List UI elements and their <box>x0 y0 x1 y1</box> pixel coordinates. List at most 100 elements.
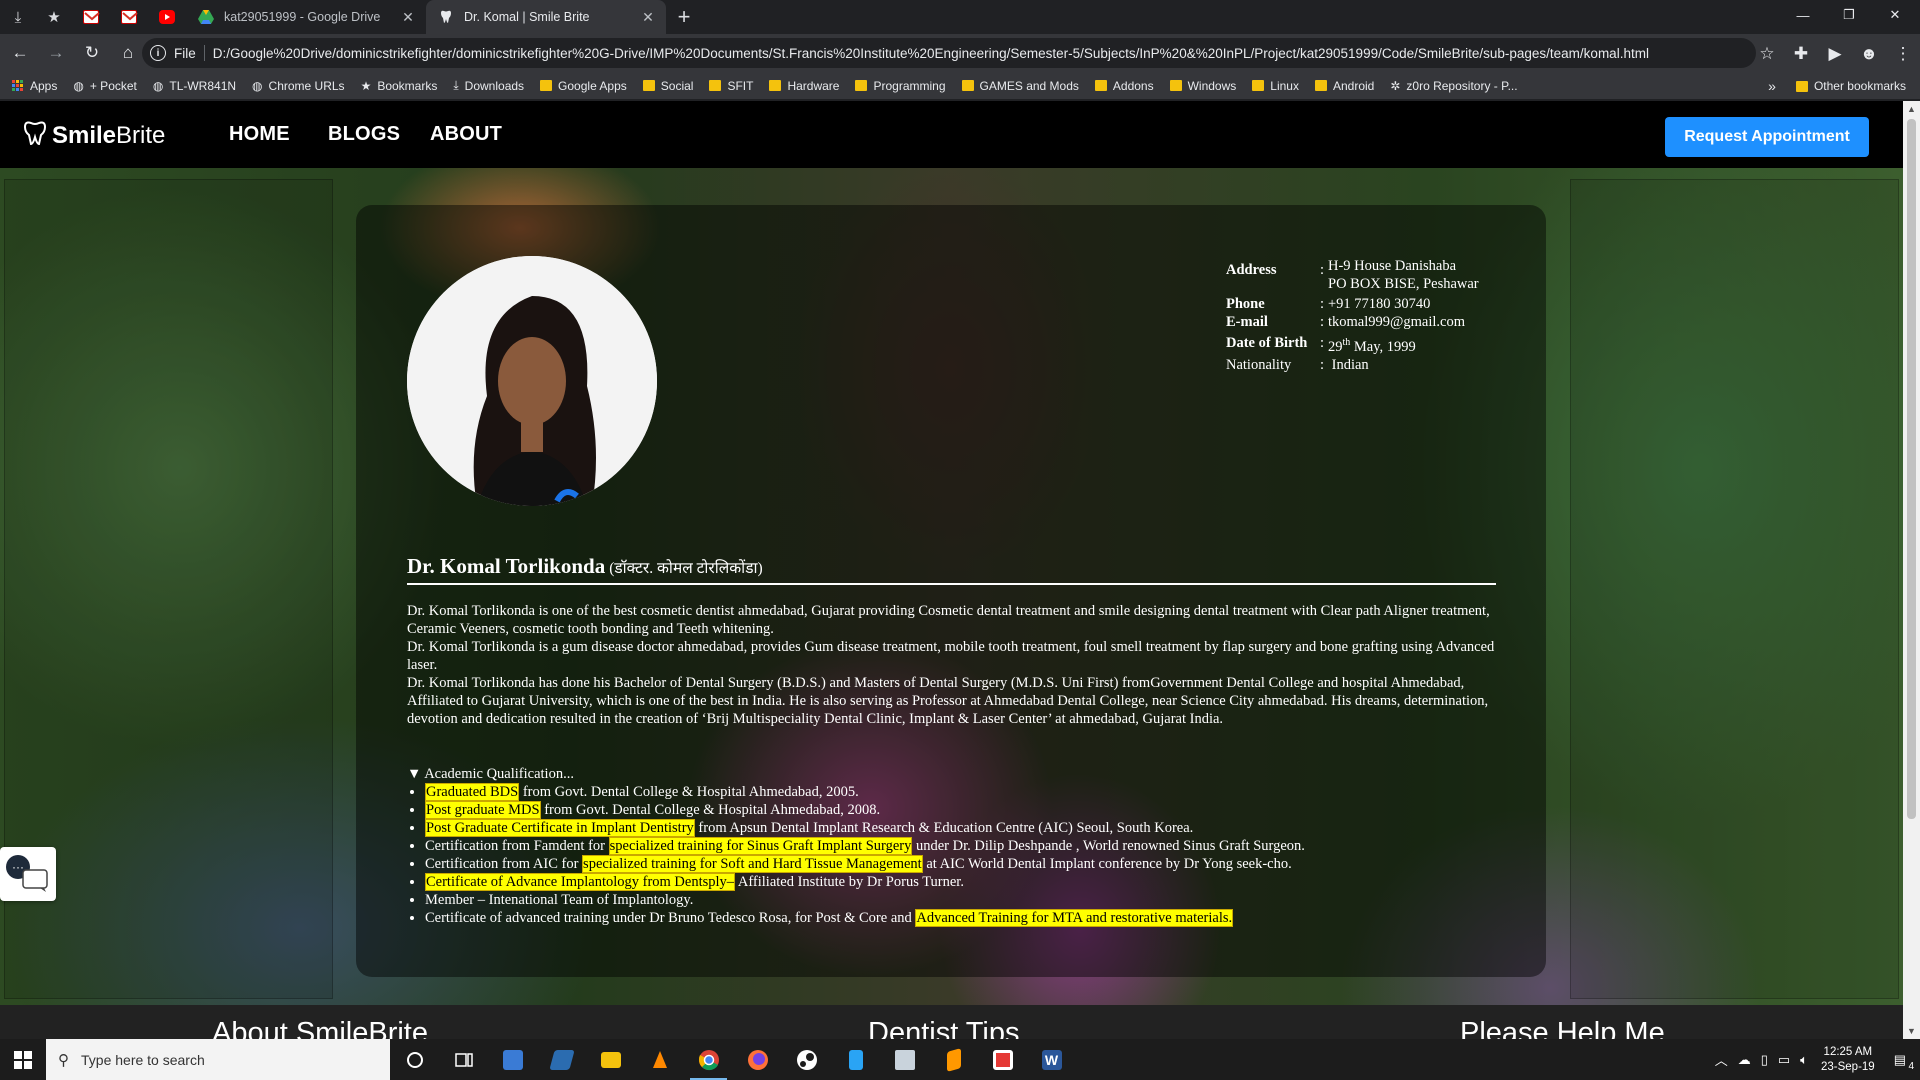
download-icon[interactable]: ⤓ <box>0 0 36 34</box>
tab-google-drive[interactable]: kat29051999 - Google Drive ✕ <box>186 0 426 34</box>
new-tab-button[interactable]: + <box>666 0 702 34</box>
tooth-logo-icon <box>22 121 48 151</box>
steam-icon[interactable] <box>782 1039 831 1080</box>
address-bar[interactable]: i File D:/Google%20Drive/dominicstrikefi… <box>142 38 1756 68</box>
back-arrow-icon[interactable]: ← <box>4 37 36 69</box>
close-window-button[interactable]: ✕ <box>1872 0 1918 30</box>
tab-title: Dr. Komal | Smile Brite <box>464 10 590 24</box>
site-logo[interactable]: Smile Brite <box>22 121 165 151</box>
taskbar-clock[interactable]: 12:25 AM 23-Sep-19 <box>1821 1045 1875 1075</box>
network-icon[interactable]: ▭ <box>1778 1052 1790 1068</box>
bookmark-label: Android <box>1332 78 1375 93</box>
bookmark-item[interactable]: ◍ TL-WR841N <box>153 79 236 93</box>
forward-arrow-icon[interactable]: → <box>40 37 72 69</box>
task-view-icon[interactable] <box>439 1039 488 1080</box>
chrome-icon[interactable] <box>684 1039 733 1080</box>
academic-qualification: ▼ Academic Qualification... Graduated BD… <box>407 765 1507 927</box>
screen-capture-app-icon[interactable] <box>488 1039 537 1080</box>
scroll-up-arrow-icon[interactable]: ▲ <box>1907 104 1916 114</box>
bookmark-item[interactable]: SFIT <box>709 79 753 93</box>
notes-app-icon[interactable] <box>831 1039 880 1080</box>
pen-tool-app-icon[interactable] <box>537 1039 586 1080</box>
taskbar-search-box[interactable]: ⚲ Type here to search <box>46 1039 390 1080</box>
page-scrollbar[interactable]: ▲ ▼ <box>1903 101 1920 1039</box>
vlc-icon[interactable] <box>635 1039 684 1080</box>
bookmark-item[interactable]: ◍ + Pocket <box>73 79 137 93</box>
bookmark-item[interactable]: Windows <box>1169 78 1237 93</box>
star-icon: ★ <box>360 78 372 93</box>
gmail-icon <box>83 10 100 24</box>
file-explorer-icon[interactable] <box>586 1039 635 1080</box>
firefox-icon[interactable] <box>733 1039 782 1080</box>
address-line-2: PO BOX BISE, Peshawar <box>1328 276 1479 292</box>
menu-kebab-icon[interactable]: ⋮ <box>1886 38 1920 70</box>
cortana-icon[interactable] <box>390 1039 439 1080</box>
bookmark-item[interactable]: GAMES and Mods <box>961 79 1079 93</box>
footer-about-heading: About SmileBrite <box>212 1017 428 1039</box>
restore-button[interactable]: ❐ <box>1826 0 1872 30</box>
folder-icon <box>1795 80 1808 92</box>
bookmark-item[interactable]: Linux <box>1252 79 1299 93</box>
snipping-app-icon[interactable] <box>978 1039 1027 1080</box>
bookmark-item[interactable]: ★ Bookmarks <box>361 79 438 93</box>
bookmarks-overflow-button[interactable]: » <box>1768 78 1776 94</box>
pinned-tab-gmail-2[interactable] <box>110 0 148 34</box>
tooth-icon <box>438 9 454 25</box>
minimize-button[interactable]: — <box>1780 0 1826 30</box>
bookmark-item[interactable]: ⤓ Downloads <box>453 78 524 93</box>
folder-icon <box>855 80 868 91</box>
word-icon[interactable]: W <box>1027 1039 1076 1080</box>
extensions-puzzle-icon[interactable]: ✚ <box>1784 38 1818 70</box>
bookmark-label: Windows <box>1187 78 1237 93</box>
star-icon[interactable]: ★ <box>36 0 72 34</box>
info-icon[interactable]: i <box>150 45 166 61</box>
close-tab-icon[interactable]: ✕ <box>400 9 416 26</box>
sublime-text-icon[interactable] <box>929 1039 978 1080</box>
onedrive-cloud-icon[interactable]: ☁ <box>1738 1052 1751 1068</box>
nav-about[interactable]: ABOUT <box>430 123 502 146</box>
nav-home[interactable]: HOME <box>229 123 290 146</box>
academic-summary-toggle[interactable]: ▼ Academic Qualification... <box>407 765 1507 783</box>
bookmark-item[interactable]: Hardware <box>769 79 839 93</box>
bookmark-item[interactable]: Addons <box>1094 79 1154 93</box>
doctor-name-heading: Dr. Komal Torlikonda (डॉक्टर. कोमल टोरलि… <box>407 554 1496 585</box>
reload-icon[interactable]: ↻ <box>76 37 108 69</box>
media-play-icon[interactable]: ▶ <box>1818 38 1852 70</box>
clock-date: 23-Sep-19 <box>1820 1060 1875 1073</box>
bookmark-star-icon[interactable]: ☆ <box>1750 38 1784 70</box>
profile-card: Address : H-9 House Danishaba PO BOX BIS… <box>356 205 1546 977</box>
bookmark-item[interactable]: Google Apps <box>540 79 627 93</box>
scroll-down-arrow-icon[interactable]: ▼ <box>1907 1026 1916 1036</box>
profile-avatar-icon[interactable]: ☻ <box>1852 38 1886 70</box>
action-center-icon[interactable]: ▤ 4 <box>1894 1052 1914 1072</box>
windows-start-button[interactable] <box>0 1039 46 1080</box>
home-icon[interactable]: ⌂ <box>112 37 144 69</box>
scrollbar-thumb[interactable] <box>1907 119 1916 819</box>
bookmark-item[interactable]: ◍ Chrome URLs <box>252 79 345 93</box>
bookmark-item[interactable]: Programming <box>855 79 946 93</box>
pinned-tab-gmail[interactable] <box>72 0 110 34</box>
bookmark-item[interactable]: ✲ z0ro Repository - P... <box>1390 79 1517 93</box>
contact-value: Indian <box>1328 356 1479 374</box>
pinned-tab-youtube[interactable] <box>148 0 186 34</box>
bio-paragraph: Dr. Komal Torlikonda is one of the best … <box>407 603 1490 637</box>
highlighted-text: Post Graduate Certificate in Implant Den… <box>425 819 695 837</box>
tab-title: kat29051999 - Google Drive <box>224 10 381 24</box>
usb-device-icon[interactable]: ▯ <box>1761 1052 1768 1068</box>
bookmark-item[interactable]: Android <box>1314 78 1375 93</box>
tray-chevron-up-icon[interactable]: ︿ <box>1715 1050 1728 1069</box>
request-appointment-button[interactable]: Request Appointment <box>1665 117 1869 157</box>
tab-smile-brite[interactable]: Dr. Komal | Smile Brite ✕ <box>426 0 666 34</box>
folder-icon <box>709 80 722 91</box>
highlighted-text: Post graduate MDS <box>425 801 541 819</box>
bookmark-item[interactable]: Apps <box>12 79 57 93</box>
chat-widget-button[interactable]: ··· <box>0 847 56 901</box>
browser-tab-strip: ⤓ ★ kat29051999 - Google Drive ✕ Dr. Kom… <box>0 0 1920 34</box>
close-tab-icon[interactable]: ✕ <box>640 9 656 26</box>
other-bookmarks[interactable]: Other bookmarks <box>1795 79 1906 93</box>
contact-colon: : <box>1320 314 1325 330</box>
remote-desktop-icon[interactable] <box>880 1039 929 1080</box>
volume-icon[interactable]: 🔈︎ <box>1800 1052 1808 1068</box>
nav-blogs[interactable]: BLOGS <box>328 123 400 146</box>
bookmark-item[interactable]: Social <box>642 79 693 93</box>
